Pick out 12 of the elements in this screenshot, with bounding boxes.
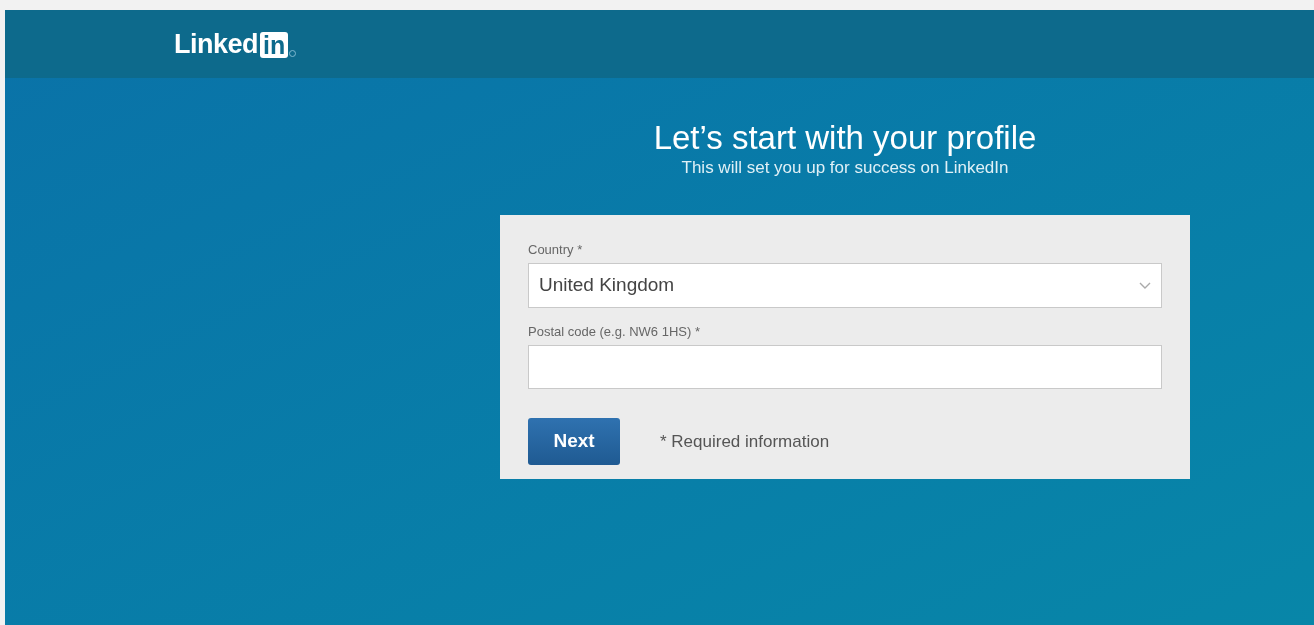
postal-code-field[interactable] [528, 345, 1162, 389]
field-label: Postal code (e.g. NW6 1HS) * [528, 324, 701, 340]
next-button[interactable]: Next [528, 418, 620, 465]
registered-mark-icon [289, 49, 297, 57]
country-select[interactable]: United Kingdom [528, 263, 1162, 308]
field-label: Country * [528, 242, 584, 258]
logo-wordmark: Linked [174, 30, 258, 58]
chevron-down-icon [1139, 281, 1151, 290]
required-note: * Required information [660, 430, 830, 453]
page-subtitle: This will set you up for success on LinkedIn [681, 158, 1009, 178]
logo-badge[interactable]: in [260, 31, 289, 58]
page-title: Let’s start with your profile [653, 118, 1037, 158]
